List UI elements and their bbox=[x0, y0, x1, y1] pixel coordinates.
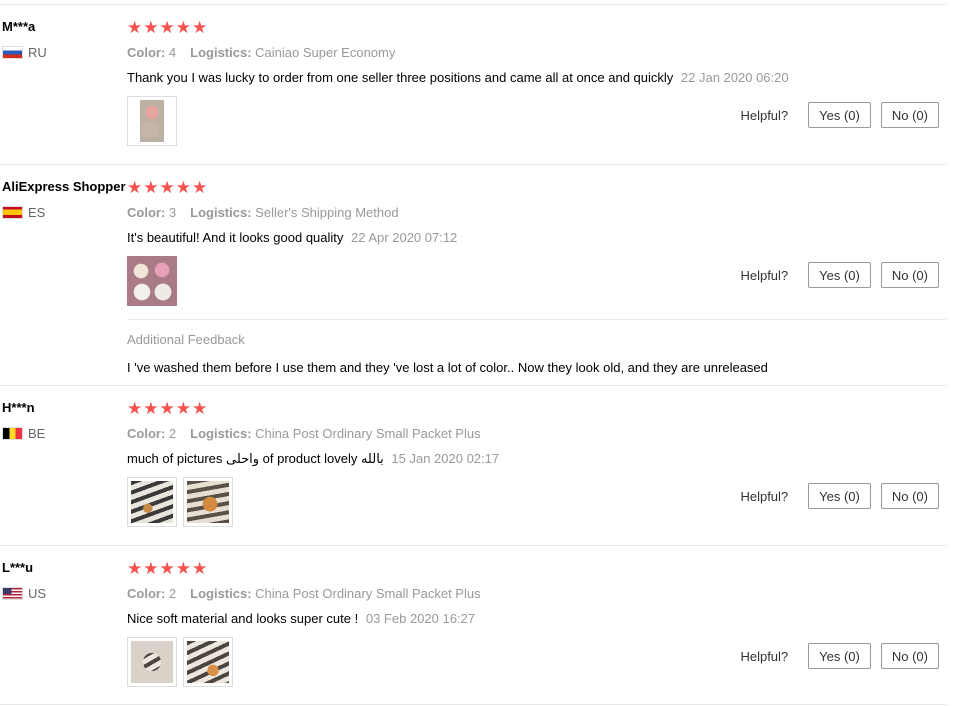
reviewer-country: BE bbox=[2, 426, 124, 441]
review-photo-thumbnail[interactable] bbox=[127, 96, 177, 146]
color-value: 3 bbox=[168, 205, 177, 220]
helpful-label: Helpful? bbox=[740, 107, 789, 123]
vote-no-button[interactable]: No (0) bbox=[880, 483, 939, 509]
review-meta: Color: 2 Logistics: China Post Ordinary S… bbox=[127, 586, 946, 602]
vote-no-button[interactable]: No (0) bbox=[880, 643, 939, 669]
vote-yes-button[interactable]: Yes (0) bbox=[808, 102, 871, 128]
reviewer-name: AliExpress Shopper bbox=[2, 179, 126, 194]
review-date: 15 Jan 2020 02:17 bbox=[391, 451, 500, 466]
photo-image bbox=[131, 641, 173, 683]
logistics-label: Logistics: bbox=[190, 586, 252, 601]
photo-image bbox=[187, 481, 229, 523]
vote-no-button[interactable]: No (0) bbox=[880, 102, 939, 128]
country-code: US bbox=[28, 586, 47, 601]
star-rating: ★★★★★ bbox=[127, 399, 209, 418]
helpful-label: Helpful? bbox=[740, 267, 789, 283]
review-meta: Color: 3 Logistics: Seller's Shipping Met… bbox=[127, 205, 946, 221]
review-text: It's beautiful! And it looks good qualit… bbox=[127, 230, 946, 246]
color-value: 2 bbox=[168, 426, 177, 441]
photo-image bbox=[131, 481, 173, 523]
reviewer-info: H***n BE bbox=[2, 400, 124, 441]
helpful-voting: Helpful? Yes (0) No (0) bbox=[740, 483, 939, 509]
color-label: Color: bbox=[127, 205, 166, 220]
star-rating: ★★★★★ bbox=[127, 178, 209, 197]
photo-image bbox=[131, 100, 173, 142]
reviewer-info: AliExpress Shopper ES bbox=[2, 179, 126, 220]
star-rating: ★★★★★ bbox=[127, 559, 209, 578]
review-item: M***a RU ★★★★★ Color: 4 Logistics: Cainia… bbox=[0, 4, 946, 164]
photo-image bbox=[127, 256, 177, 306]
review-item: L***u US ★★★★★ Color: 2 Logistics: China … bbox=[0, 545, 946, 705]
review-text: Thank you I was lucky to order from one … bbox=[127, 70, 946, 86]
color-value: 2 bbox=[168, 586, 177, 601]
review-photo-thumbnail[interactable] bbox=[183, 637, 233, 687]
reviewer-name: L***u bbox=[2, 560, 34, 575]
color-label: Color: bbox=[127, 45, 166, 60]
review-text: Nice soft material and looks super cute … bbox=[127, 611, 946, 627]
usa-flag-icon bbox=[2, 587, 23, 600]
helpful-voting: Helpful? Yes (0) No (0) bbox=[740, 262, 939, 288]
review-date: 03 Feb 2020 16:27 bbox=[365, 611, 476, 626]
reviewer-name: H***n bbox=[2, 400, 35, 415]
belgium-flag-icon bbox=[2, 427, 23, 440]
review-photo-thumbnail[interactable] bbox=[127, 256, 177, 306]
country-code: ES bbox=[28, 205, 46, 220]
photo-image bbox=[187, 641, 229, 683]
review-photo-thumbnail[interactable] bbox=[127, 637, 177, 687]
reviewer-country: RU bbox=[2, 45, 124, 60]
review-text: بالله of product lovely واحلى much of pi… bbox=[127, 451, 946, 467]
review-date: 22 Apr 2020 07:12 bbox=[351, 230, 458, 245]
star-rating: ★★★★★ bbox=[127, 18, 209, 37]
vote-yes-button[interactable]: Yes (0) bbox=[808, 483, 871, 509]
helpful-voting: Helpful? Yes (0) No (0) bbox=[740, 102, 939, 128]
review-content: ★★★★★ Color: 2 Logistics: China Post Ordi… bbox=[127, 560, 946, 627]
color-label: Color: bbox=[127, 426, 166, 441]
review-date: 22 Jan 2020 06:20 bbox=[680, 70, 789, 85]
review-body: Nice soft material and looks super cute … bbox=[127, 611, 359, 626]
review-item: H***n BE ★★★★★ Color: 2 Logistics: China … bbox=[0, 385, 946, 545]
reviewer-country: ES bbox=[2, 205, 124, 220]
additional-feedback: Additional Feedback I 've washed them be… bbox=[127, 319, 946, 375]
color-label: Color: bbox=[127, 586, 166, 601]
review-content: ★★★★★ Color: 4 Logistics: Cainiao Super E… bbox=[127, 19, 946, 86]
logistics-label: Logistics: bbox=[190, 205, 252, 220]
review-meta: Color: 2 Logistics: China Post Ordinary S… bbox=[127, 426, 946, 442]
review-photos bbox=[127, 477, 233, 527]
reviewer-name: M***a bbox=[2, 19, 36, 34]
review-body: Thank you I was lucky to order from one … bbox=[127, 70, 674, 85]
review-body: It's beautiful! And it looks good qualit… bbox=[127, 230, 344, 245]
additional-feedback-title: Additional Feedback bbox=[127, 332, 245, 347]
review-content: ★★★★★ Color: 2 Logistics: China Post Ordi… bbox=[127, 400, 946, 467]
logistics-value: Cainiao Super Economy bbox=[255, 45, 396, 60]
helpful-label: Helpful? bbox=[740, 648, 789, 664]
russia-flag-icon bbox=[2, 46, 23, 59]
country-code: BE bbox=[28, 426, 46, 441]
helpful-voting: Helpful? Yes (0) No (0) bbox=[740, 643, 939, 669]
logistics-value: China Post Ordinary Small Packet Plus bbox=[255, 586, 481, 601]
review-photos bbox=[127, 637, 233, 687]
review-photos bbox=[127, 256, 177, 306]
spain-flag-icon bbox=[2, 206, 23, 219]
logistics-value: China Post Ordinary Small Packet Plus bbox=[255, 426, 481, 441]
color-value: 4 bbox=[168, 45, 177, 60]
vote-yes-button[interactable]: Yes (0) bbox=[808, 643, 871, 669]
review-photo-thumbnail[interactable] bbox=[127, 477, 177, 527]
reviewer-info: M***a RU bbox=[2, 19, 124, 60]
vote-no-button[interactable]: No (0) bbox=[880, 262, 939, 288]
vote-yes-button[interactable]: Yes (0) bbox=[808, 262, 871, 288]
review-item: AliExpress Shopper ES ★★★★★ Color: 3 Logi… bbox=[0, 164, 946, 385]
logistics-label: Logistics: bbox=[190, 45, 252, 60]
review-content: ★★★★★ Color: 3 Logistics: Seller's Shippi… bbox=[127, 179, 946, 246]
logistics-label: Logistics: bbox=[190, 426, 252, 441]
helpful-label: Helpful? bbox=[740, 488, 789, 504]
review-photo-thumbnail[interactable] bbox=[183, 477, 233, 527]
reviewer-info: L***u US bbox=[2, 560, 124, 601]
additional-feedback-text: I 've washed them before I use them and … bbox=[127, 360, 768, 375]
logistics-value: Seller's Shipping Method bbox=[255, 205, 399, 220]
country-code: RU bbox=[28, 45, 47, 60]
review-body: بالله of product lovely واحلى much of pi… bbox=[127, 451, 384, 466]
reviewer-country: US bbox=[2, 586, 124, 601]
review-photos bbox=[127, 96, 177, 146]
review-meta: Color: 4 Logistics: Cainiao Super Economy bbox=[127, 45, 946, 61]
